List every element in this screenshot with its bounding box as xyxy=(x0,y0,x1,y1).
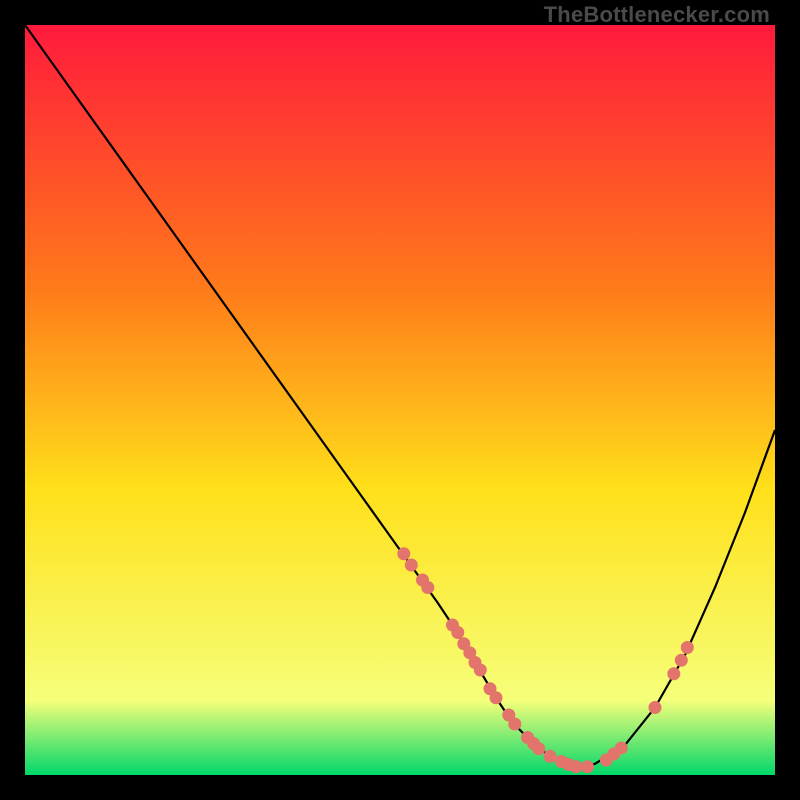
data-point xyxy=(675,654,688,667)
data-point xyxy=(421,581,434,594)
data-point xyxy=(681,641,694,654)
bottleneck-chart xyxy=(25,25,775,775)
gradient-background xyxy=(25,25,775,775)
data-point xyxy=(397,547,410,560)
data-point xyxy=(570,760,583,773)
data-point xyxy=(581,760,594,773)
data-point xyxy=(649,701,662,714)
data-point xyxy=(490,691,503,704)
chart-frame xyxy=(25,25,775,775)
data-point xyxy=(451,626,464,639)
data-point xyxy=(405,559,418,572)
data-point xyxy=(544,750,557,763)
data-point xyxy=(532,742,545,755)
data-point xyxy=(667,667,680,680)
data-point xyxy=(615,742,628,755)
data-point xyxy=(474,664,487,677)
data-point xyxy=(508,718,521,731)
